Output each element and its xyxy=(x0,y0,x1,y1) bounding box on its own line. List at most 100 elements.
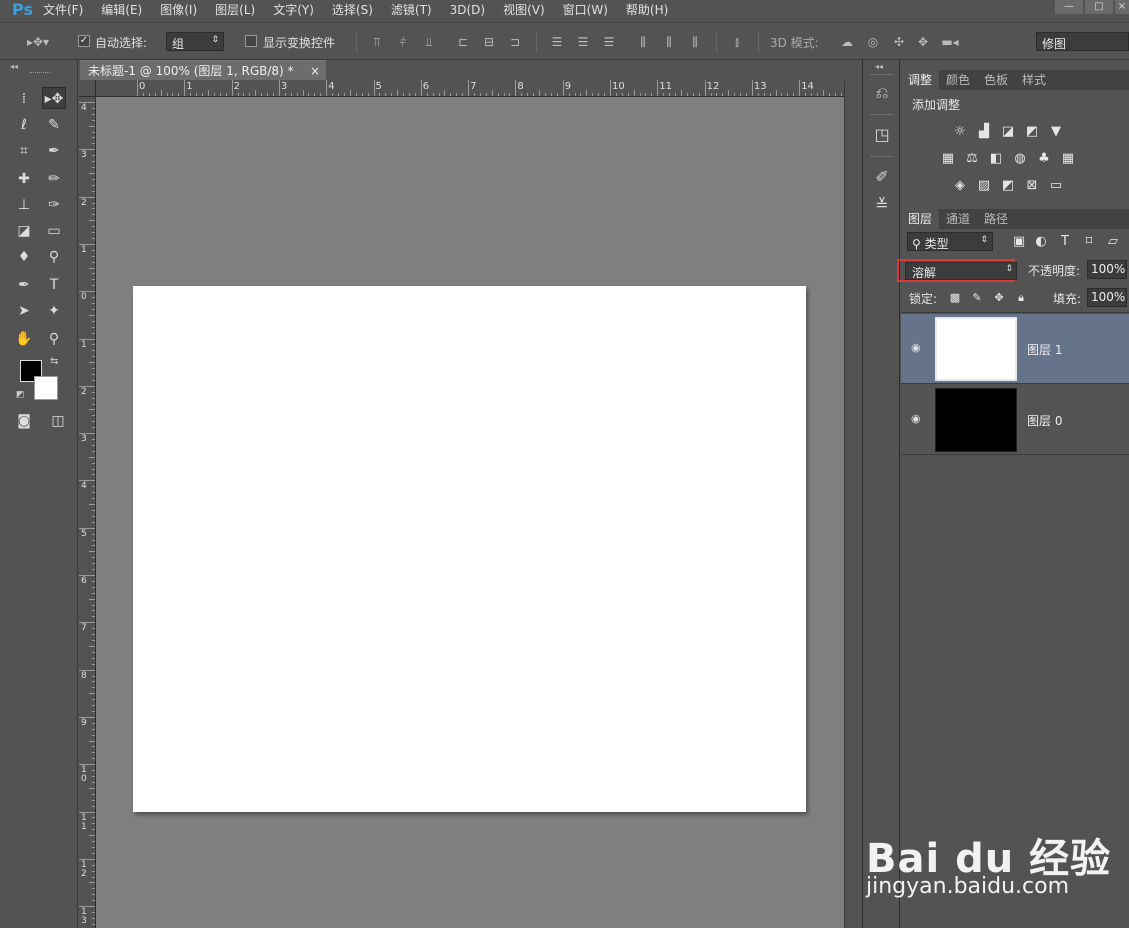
vertical-scrollbar[interactable] xyxy=(844,80,860,928)
3d-roll-icon[interactable]: ◎ xyxy=(864,35,882,49)
auto-select-dropdown[interactable]: 组 ⇕ xyxy=(166,32,224,51)
tab-swatches[interactable]: 色板 xyxy=(977,70,1015,90)
color-balance-icon[interactable]: ⚖ xyxy=(964,151,980,167)
history-panel-icon[interactable]: ⎌ xyxy=(869,80,895,106)
history-brush-tool-icon[interactable]: ✑ xyxy=(42,194,66,216)
auto-align-icon[interactable]: ⫾ xyxy=(730,35,744,49)
visibility-eye-icon[interactable]: ◉ xyxy=(911,413,925,425)
layer-filter-dropdown[interactable]: ⚲ 类型 ⇕ xyxy=(907,232,993,251)
hue-saturation-icon[interactable]: ▦ xyxy=(940,151,956,167)
move-tool-preset-icon[interactable]: ▸✥▾ xyxy=(26,35,50,49)
menu-window[interactable]: 窗口(W) xyxy=(554,0,617,20)
photo-filter-icon[interactable]: ◍ xyxy=(1012,151,1028,167)
align-hcenter-icon[interactable]: ⊟ xyxy=(482,35,496,49)
curves-icon[interactable]: ◪ xyxy=(1000,124,1016,140)
posterize-icon[interactable]: ▨ xyxy=(976,178,992,194)
ruler-vertical[interactable]: 4 3 2 1 0 1 2 3 4 5 6 7 8 9 10 11 12 13 xyxy=(79,97,96,928)
layer-row[interactable]: ◉ 图层 1 xyxy=(901,314,1129,384)
blend-mode-dropdown[interactable]: 溶解 ⇕ xyxy=(905,262,1017,280)
eraser-tool-icon[interactable]: ◪ xyxy=(12,220,36,242)
ruler-horizontal[interactable]: 0 1 2 3 4 5 6 7 8 9 10 11 12 13 14 xyxy=(79,80,844,97)
menu-select[interactable]: 选择(S) xyxy=(323,0,382,20)
collapse-dock-icon[interactable]: ◂◂ xyxy=(875,62,883,71)
filter-smart-object-icon[interactable]: ▱ xyxy=(1105,234,1121,250)
clone-stamp-tool-icon[interactable]: ⊥ xyxy=(12,194,36,216)
minimize-button[interactable]: — xyxy=(1055,0,1083,14)
auto-select-checkbox[interactable]: ✓ xyxy=(78,35,90,47)
background-color-swatch[interactable] xyxy=(34,376,58,400)
menu-filter[interactable]: 滤镜(T) xyxy=(382,0,441,20)
menu-image[interactable]: 图像(I) xyxy=(151,0,206,20)
lock-position-icon[interactable]: ✥ xyxy=(991,290,1007,306)
black-white-icon[interactable]: ◧ xyxy=(988,151,1004,167)
dock-grip[interactable] xyxy=(871,114,893,117)
menu-help[interactable]: 帮助(H) xyxy=(617,0,677,20)
swap-colors-icon[interactable]: ⇆ xyxy=(50,356,58,367)
align-left-icon[interactable]: ⊏ xyxy=(456,35,470,49)
hand-tool-icon[interactable]: ✋ xyxy=(12,328,36,350)
brush-tool-icon[interactable]: ✏ xyxy=(42,168,66,190)
distribute-top-icon[interactable]: ☰ xyxy=(550,35,564,49)
eyedropper-tool-icon[interactable]: ✒ xyxy=(42,140,66,162)
crop-tool-icon[interactable]: ⌗ xyxy=(12,140,36,162)
lock-transparent-icon[interactable]: ▩ xyxy=(947,290,963,306)
lock-all-icon[interactable]: 🔒︎ xyxy=(1013,290,1029,306)
filter-type-icon[interactable]: T xyxy=(1057,234,1073,250)
shape-tool-icon[interactable]: ✦ xyxy=(42,300,66,322)
layer-row[interactable]: ◉ 图层 0 xyxy=(901,385,1129,455)
pen-tool-icon[interactable]: ✒ xyxy=(12,274,36,296)
exposure-icon[interactable]: ◩ xyxy=(1024,124,1040,140)
brushes-panel-icon[interactable]: ✐ xyxy=(869,164,895,190)
align-vcenter-icon[interactable]: ⫩ xyxy=(396,35,410,49)
menu-edit[interactable]: 编辑(E) xyxy=(92,0,151,20)
quick-selection-tool-icon[interactable]: ✎ xyxy=(42,114,66,136)
menu-3d[interactable]: 3D(D) xyxy=(441,0,494,20)
menu-view[interactable]: 视图(V) xyxy=(494,0,554,20)
align-top-icon[interactable]: ⫪ xyxy=(370,35,384,49)
brush-presets-panel-icon[interactable]: ≚ xyxy=(869,192,895,218)
align-right-icon[interactable]: ⊐ xyxy=(508,35,522,49)
opacity-input[interactable]: 100% xyxy=(1087,260,1127,279)
tab-paths[interactable]: 路径 xyxy=(977,209,1015,229)
dock-grip[interactable] xyxy=(871,74,893,77)
3d-slide-icon[interactable]: ✥ xyxy=(914,35,932,49)
ruler-origin[interactable] xyxy=(79,80,96,97)
color-lookup-icon[interactable]: ▦ xyxy=(1060,151,1076,167)
3d-scale-icon[interactable]: ▬◂ xyxy=(940,35,960,49)
collapse-arrows-icon[interactable]: ◂◂ xyxy=(10,62,18,71)
close-document-icon[interactable]: × xyxy=(310,61,320,81)
filter-adjustment-icon[interactable]: ◐ xyxy=(1033,234,1049,250)
path-selection-tool-icon[interactable]: ➤ xyxy=(12,300,36,322)
close-window-button[interactable]: × xyxy=(1115,0,1129,14)
distribute-bottom-icon[interactable]: ☰ xyxy=(602,35,616,49)
filter-shape-icon[interactable]: ⌑ xyxy=(1081,234,1097,250)
toolbox-grip[interactable] xyxy=(30,72,50,75)
3d-pan-icon[interactable]: ✣ xyxy=(890,35,908,49)
lasso-tool-icon[interactable]: ℓ xyxy=(12,114,36,136)
fill-input[interactable]: 100% xyxy=(1087,288,1127,307)
maximize-button[interactable]: □ xyxy=(1085,0,1113,14)
menu-layer[interactable]: 图层(L) xyxy=(206,0,264,20)
threshold-icon[interactable]: ◩ xyxy=(1000,178,1016,194)
filter-pixel-icon[interactable]: ▣ xyxy=(1011,234,1027,250)
type-tool-icon[interactable]: T xyxy=(42,274,66,296)
quick-mask-icon[interactable]: ◙ xyxy=(12,410,36,432)
artboard-tool-icon[interactable]: ⁞ xyxy=(12,88,36,110)
tab-channels[interactable]: 通道 xyxy=(939,209,977,229)
properties-panel-icon[interactable]: ◳ xyxy=(869,122,895,148)
3d-rotate-icon[interactable]: ☁ xyxy=(838,35,856,49)
gradient-tool-icon[interactable]: ▭ xyxy=(42,220,66,242)
channel-mixer-icon[interactable]: ♣ xyxy=(1036,151,1052,167)
blur-tool-icon[interactable]: ♦ xyxy=(12,246,36,268)
align-bottom-icon[interactable]: ⫫ xyxy=(422,35,436,49)
workspace-dropdown[interactable]: 修图 xyxy=(1036,32,1129,51)
healing-brush-tool-icon[interactable]: ✚ xyxy=(12,168,36,190)
tab-adjustments[interactable]: 调整 xyxy=(901,70,940,90)
tab-styles[interactable]: 样式 xyxy=(1015,70,1053,90)
screen-mode-icon[interactable]: ◫ xyxy=(46,410,70,432)
vibrance-icon[interactable]: ▼ xyxy=(1048,124,1064,140)
distribute-hcenter-icon[interactable]: ⫼ xyxy=(662,35,676,49)
invert-icon[interactable]: ◈ xyxy=(952,178,968,194)
distribute-right-icon[interactable]: ⫼ xyxy=(688,35,702,49)
default-colors-icon[interactable]: ◩ xyxy=(16,390,25,400)
